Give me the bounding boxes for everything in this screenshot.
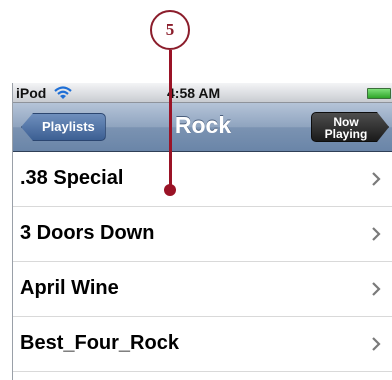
- navigation-bar: Playlists Rock Now Playing: [13, 103, 392, 152]
- clock: 4:58 AM: [167, 85, 221, 101]
- carrier-label: iPod: [16, 85, 47, 101]
- list-item[interactable]: April Wine: [13, 262, 392, 317]
- artist-name: 3 Doors Down: [20, 222, 155, 244]
- chevron-right-icon: [372, 337, 381, 351]
- ipod-screen: iPod 4:58 AM Playlists Rock Now Playing …: [12, 83, 392, 380]
- now-playing-button[interactable]: Now Playing: [311, 112, 389, 142]
- callout-line: [169, 50, 172, 188]
- artist-list: .38 Special 3 Doors Down April Wine Best…: [13, 152, 392, 372]
- artist-name: April Wine: [20, 277, 119, 299]
- battery-icon: [367, 88, 391, 99]
- now-playing-label-line2: Playing: [324, 127, 368, 141]
- list-item[interactable]: Best_Four_Rock: [13, 317, 392, 372]
- artist-name: .38 Special: [20, 167, 124, 189]
- status-bar: iPod 4:58 AM: [13, 83, 392, 103]
- wifi-icon: [54, 86, 72, 99]
- artist-name: Best_Four_Rock: [20, 332, 179, 354]
- chevron-right-icon: [372, 227, 381, 241]
- list-item[interactable]: 3 Doors Down: [13, 207, 392, 262]
- chevron-right-icon: [372, 172, 381, 186]
- callout-dot: [164, 184, 176, 196]
- callout-number: 5: [150, 10, 190, 50]
- list-item[interactable]: .38 Special: [13, 152, 392, 207]
- chevron-right-icon: [372, 282, 381, 296]
